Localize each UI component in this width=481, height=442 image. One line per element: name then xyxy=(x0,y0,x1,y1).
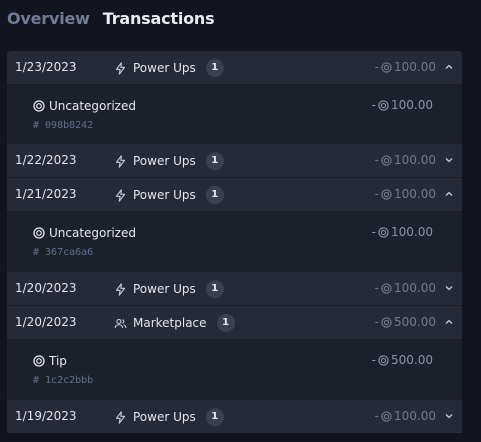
detail-category-label: Tip xyxy=(49,354,67,368)
chevron-up-icon[interactable] xyxy=(444,317,454,327)
coin-icon xyxy=(378,226,389,238)
coin-icon xyxy=(33,355,45,367)
amount-value: 100.00 xyxy=(394,60,436,74)
tab-overview[interactable]: Overview xyxy=(7,9,90,28)
transaction-hash[interactable]: # 098b8242 xyxy=(33,120,93,131)
category-label: Power Ups xyxy=(133,282,196,296)
lightning-icon xyxy=(115,282,126,296)
amount-value: 500.00 xyxy=(391,353,433,367)
transaction-category: Power Ups 1 xyxy=(114,280,224,298)
transaction-date: 1/20/2023 xyxy=(15,315,77,329)
transaction-amount: - 100.00 xyxy=(375,60,436,74)
transaction-date: 1/22/2023 xyxy=(15,153,77,167)
coin-icon xyxy=(381,61,392,73)
detail-category-label: Uncategorized xyxy=(49,99,136,113)
transaction-amount: - 100.00 xyxy=(375,153,436,167)
transaction-detail: Uncategorized # 367ca6a6 - 100.00 xyxy=(7,211,462,271)
count-badge: 1 xyxy=(205,152,224,170)
category-label: Power Ups xyxy=(133,154,196,168)
transaction-category: Power Ups 1 xyxy=(114,152,224,170)
transaction-row[interactable]: 1/22/2023 Power Ups 1 - 100.00 xyxy=(7,143,462,177)
amount-value: 100.00 xyxy=(391,98,433,112)
amount-value: 500.00 xyxy=(394,315,436,329)
amount-sign: - xyxy=(374,409,379,423)
transaction-amount: - 500.00 xyxy=(375,315,436,329)
transaction-row[interactable]: 1/20/2023 Power Ups 1 - 100.00 xyxy=(7,271,462,305)
coin-icon xyxy=(381,282,392,294)
transactions-list: 1/23/2023 Power Ups 1 - 100.00 Uncategor… xyxy=(7,51,462,433)
category-label: Marketplace xyxy=(133,316,207,330)
coin-icon xyxy=(381,410,392,422)
count-badge: 1 xyxy=(205,186,224,204)
coin-icon xyxy=(33,100,45,112)
transaction-date: 1/23/2023 xyxy=(15,60,77,74)
transaction-date: 1/19/2023 xyxy=(15,409,77,423)
count-badge: 1 xyxy=(205,408,224,426)
category-label: Power Ups xyxy=(133,410,196,424)
amount-sign: - xyxy=(374,60,379,74)
amount-sign: - xyxy=(371,225,376,239)
amount-sign: - xyxy=(374,187,379,201)
detail-amount: - 500.00 xyxy=(372,353,433,367)
tab-bar: Overview Transactions xyxy=(7,9,215,28)
transaction-amount: - 100.00 xyxy=(375,187,436,201)
category-label: Power Ups xyxy=(133,61,196,75)
transaction-row[interactable]: 1/21/2023 Power Ups 1 - 100.00 xyxy=(7,177,462,211)
detail-amount: - 100.00 xyxy=(372,98,433,112)
category-label: Power Ups xyxy=(133,188,196,202)
transaction-category: Marketplace 1 xyxy=(114,314,235,332)
coin-icon xyxy=(381,188,392,200)
detail-category-label: Uncategorized xyxy=(49,226,136,240)
transaction-amount: - 100.00 xyxy=(375,281,436,295)
amount-value: 100.00 xyxy=(391,225,433,239)
amount-sign: - xyxy=(374,153,379,167)
users-icon xyxy=(114,318,127,328)
coin-icon xyxy=(381,316,392,328)
coin-icon xyxy=(33,227,45,239)
amount-value: 100.00 xyxy=(394,409,436,423)
chevron-up-icon[interactable] xyxy=(444,62,454,72)
transaction-date: 1/20/2023 xyxy=(15,281,77,295)
count-badge: 1 xyxy=(205,59,224,77)
count-badge: 1 xyxy=(216,314,235,332)
transaction-date: 1/21/2023 xyxy=(15,187,77,201)
transaction-category: Power Ups 1 xyxy=(114,186,224,204)
detail-amount: - 100.00 xyxy=(372,225,433,239)
detail-category: Uncategorized xyxy=(33,226,136,240)
transaction-hash[interactable]: # 367ca6a6 xyxy=(33,247,93,258)
lightning-icon xyxy=(115,61,126,75)
amount-value: 100.00 xyxy=(394,187,436,201)
amount-sign: - xyxy=(374,315,379,329)
detail-category: Uncategorized xyxy=(33,99,136,113)
count-badge: 1 xyxy=(205,280,224,298)
transaction-detail: Uncategorized # 098b8242 - 100.00 xyxy=(7,84,462,143)
transaction-hash[interactable]: # 1c2c2bbb xyxy=(33,375,93,386)
amount-value: 100.00 xyxy=(394,153,436,167)
amount-sign: - xyxy=(374,281,379,295)
lightning-icon xyxy=(115,410,126,424)
detail-category: Tip xyxy=(33,354,67,368)
transaction-category: Power Ups 1 xyxy=(114,59,224,77)
amount-value: 100.00 xyxy=(394,281,436,295)
transaction-amount: - 100.00 xyxy=(375,409,436,423)
transaction-row[interactable]: 1/19/2023 Power Ups 1 - 100.00 xyxy=(7,399,462,433)
transaction-row[interactable]: 1/23/2023 Power Ups 1 - 100.00 xyxy=(7,51,462,84)
tab-transactions[interactable]: Transactions xyxy=(103,9,215,28)
chevron-down-icon[interactable] xyxy=(444,283,454,293)
chevron-down-icon[interactable] xyxy=(444,155,454,165)
transaction-detail: Tip # 1c2c2bbb - 500.00 xyxy=(7,339,462,399)
coin-icon xyxy=(378,354,389,366)
chevron-up-icon[interactable] xyxy=(444,189,454,199)
transaction-category: Power Ups 1 xyxy=(114,408,224,426)
amount-sign: - xyxy=(371,353,376,367)
transaction-row[interactable]: 1/20/2023 Marketplace 1 - 500.00 xyxy=(7,305,462,339)
lightning-icon xyxy=(115,154,126,168)
lightning-icon xyxy=(115,188,126,202)
coin-icon xyxy=(378,99,389,111)
chevron-down-icon[interactable] xyxy=(444,411,454,421)
amount-sign: - xyxy=(371,98,376,112)
coin-icon xyxy=(381,154,392,166)
